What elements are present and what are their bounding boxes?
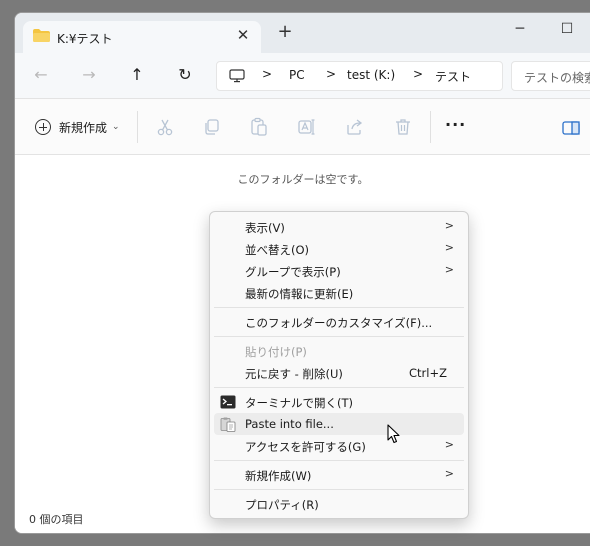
menu-item-paste-into-file[interactable]: Paste into file... [214, 413, 464, 435]
new-button[interactable]: 新規作成 ⌄ [35, 116, 120, 138]
menu-item-sort[interactable]: 並べ替え(O) > [214, 238, 464, 260]
breadcrumb-folder[interactable]: テスト [435, 68, 471, 85]
plus-circle-icon [35, 119, 51, 135]
chevron-right-icon: > [444, 467, 454, 480]
menu-item-label: 元に戻す - 削除(U) [245, 367, 343, 381]
new-button-label: 新規作成 [59, 120, 108, 135]
terminal-icon [220, 395, 236, 409]
more-options-button[interactable]: ··· [445, 117, 466, 133]
menu-item-label: アクセスを許可する(G) [245, 440, 366, 454]
forward-button[interactable]: → [79, 65, 99, 85]
chevron-right-icon: > [444, 263, 454, 276]
divider [137, 111, 138, 143]
menu-separator [214, 387, 464, 388]
maximize-button[interactable]: ☐ [559, 21, 575, 37]
menu-item-properties[interactable]: プロパティ(R) [214, 493, 464, 515]
tab-k-test[interactable]: K:¥テスト ✕ [23, 21, 261, 54]
tab-bar: K:¥テスト ✕ + ─ ☐ [15, 13, 590, 54]
address-row: ← → ↑ ↻ > PC > test (K:) > テスト テストの検索 [15, 53, 590, 99]
tab-title: K:¥テスト [57, 32, 113, 46]
cut-icon[interactable] [155, 117, 175, 137]
menu-separator [214, 460, 464, 461]
paste-file-icon [220, 417, 236, 432]
menu-item-refresh[interactable]: 最新の情報に更新(E) [214, 282, 464, 304]
menu-separator [214, 336, 464, 337]
delete-icon[interactable] [393, 117, 413, 137]
menu-item-group-by[interactable]: グループで表示(P) > [214, 260, 464, 282]
menu-item-label: このフォルダーのカスタマイズ(F)... [245, 316, 433, 330]
up-button[interactable]: ↑ [127, 65, 147, 85]
search-box[interactable]: テストの検索 [511, 61, 590, 91]
chevron-down-icon: ⌄ [112, 122, 120, 132]
share-icon[interactable] [345, 117, 365, 137]
status-item-count: 0 個の項目 [29, 513, 84, 526]
address-bar[interactable]: > PC > test (K:) > テスト [216, 61, 503, 91]
breadcrumb-drive[interactable]: test (K:) [347, 68, 395, 82]
copy-icon[interactable] [202, 117, 222, 137]
rename-icon[interactable] [297, 117, 317, 137]
menu-item-label: 最新の情報に更新(E) [245, 287, 354, 301]
menu-separator [214, 307, 464, 308]
menu-separator [214, 489, 464, 490]
chevron-right-icon: > [444, 219, 454, 232]
menu-item-label: 貼り付け(P) [245, 345, 307, 359]
menu-item-undo-delete[interactable]: 元に戻す - 削除(U) Ctrl+Z [214, 362, 464, 384]
search-placeholder: テストの検索 [524, 71, 590, 85]
menu-item-label: ターミナルで開く(T) [245, 396, 353, 410]
breadcrumb-separator: > [413, 67, 424, 81]
empty-folder-message: このフォルダーは空です。 [237, 173, 369, 186]
tab-close-button[interactable]: ✕ [235, 27, 251, 43]
folder-icon [33, 29, 50, 42]
breadcrumb-separator: > [262, 67, 273, 81]
menu-item-grant-access[interactable]: アクセスを許可する(G) > [214, 435, 464, 457]
details-pane-icon[interactable] [561, 118, 581, 138]
back-button[interactable]: ← [31, 65, 51, 85]
mouse-cursor-icon [387, 424, 400, 444]
menu-item-label: 新規作成(W) [245, 469, 312, 483]
minimize-button[interactable]: ─ [512, 21, 528, 37]
paste-icon[interactable] [249, 117, 269, 137]
context-menu: 表示(V) > 並べ替え(O) > グループで表示(P) > 最新の情報に更新(… [209, 211, 469, 519]
menu-item-open-terminal[interactable]: ターミナルで開く(T) [214, 391, 464, 413]
divider [430, 111, 431, 143]
command-bar: 新規作成 ⌄ ··· [15, 99, 590, 155]
menu-item-label: Paste into file... [245, 417, 334, 431]
menu-item-shortcut: Ctrl+Z [409, 366, 447, 380]
new-tab-button[interactable]: + [277, 23, 293, 41]
menu-item-label: グループで表示(P) [245, 265, 341, 279]
menu-item-label: プロパティ(R) [245, 498, 319, 512]
breadcrumb-pc[interactable]: PC [289, 68, 305, 82]
menu-item-paste: 貼り付け(P) [214, 340, 464, 362]
menu-item-customize-folder[interactable]: このフォルダーのカスタマイズ(F)... [214, 311, 464, 333]
menu-item-view[interactable]: 表示(V) > [214, 216, 464, 238]
menu-item-label: 並べ替え(O) [245, 243, 310, 257]
chevron-right-icon: > [444, 241, 454, 254]
breadcrumb-separator: > [326, 67, 337, 81]
computer-icon [229, 69, 245, 83]
chevron-right-icon: > [444, 438, 454, 451]
menu-item-label: 表示(V) [245, 221, 285, 235]
refresh-button[interactable]: ↻ [175, 65, 195, 85]
menu-item-new[interactable]: 新規作成(W) > [214, 464, 464, 486]
